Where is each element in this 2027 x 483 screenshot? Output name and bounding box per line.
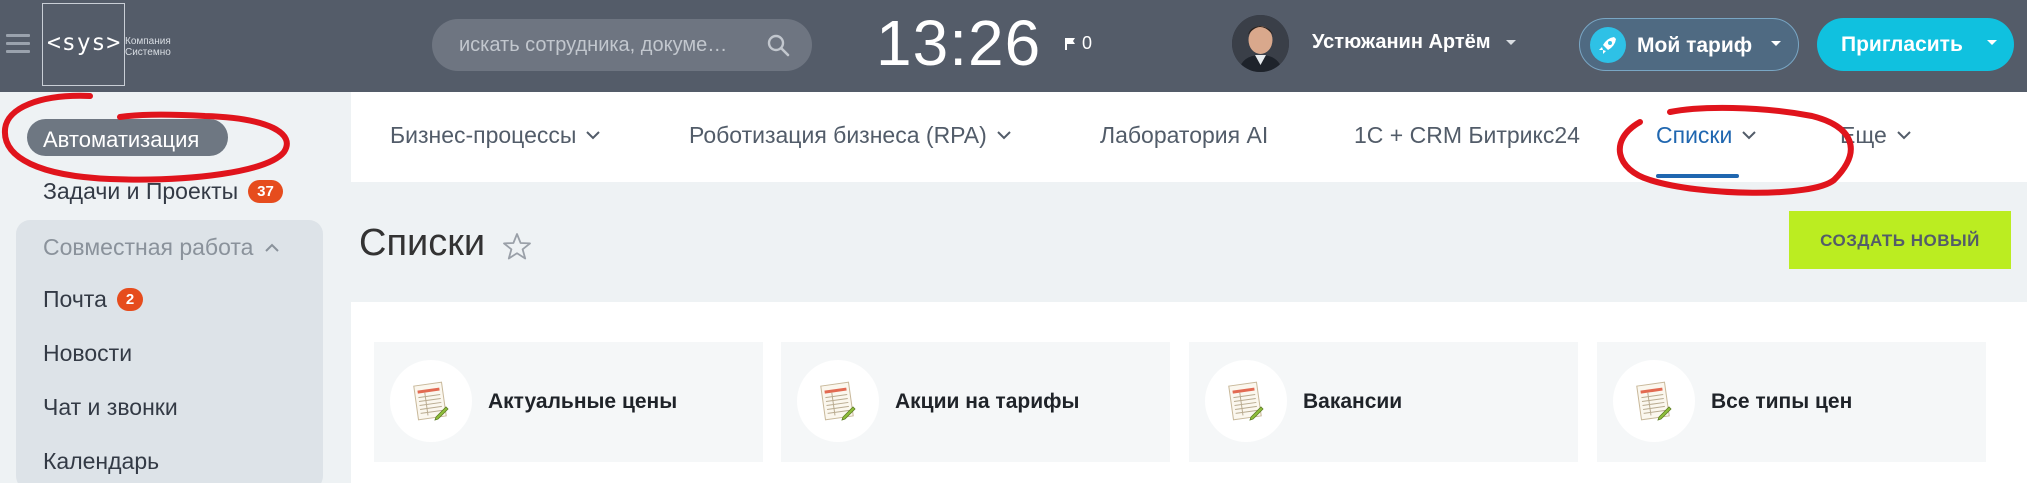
tab-label: Роботизация бизнеса (RPA) bbox=[689, 122, 987, 148]
my-tariff-button[interactable]: Мой тариф bbox=[1579, 18, 1799, 71]
tab-more[interactable]: Еще bbox=[1840, 122, 1911, 149]
sidebar-item-label: Автоматизация bbox=[43, 127, 200, 152]
flag-counter[interactable]: 0 bbox=[1064, 33, 1092, 54]
list-card-title: Вакансии bbox=[1303, 390, 1403, 413]
top-navigation: Бизнес-процессы Роботизация бизнеса (RPA… bbox=[351, 92, 2027, 182]
tab-label: Списки bbox=[1656, 122, 1733, 148]
chevron-down-icon bbox=[1505, 39, 1516, 45]
sidebar-item-label: Календарь bbox=[43, 448, 160, 474]
list-card[interactable]: Актуальные цены bbox=[374, 342, 763, 462]
list-card-title: Актуальные цены bbox=[488, 390, 678, 413]
company-logo[interactable]: <sys> bbox=[42, 3, 125, 86]
star-icon[interactable] bbox=[501, 231, 533, 263]
flag-count: 0 bbox=[1082, 33, 1093, 53]
sidebar-item-news[interactable]: Новости bbox=[43, 340, 132, 367]
page-title: Списки bbox=[359, 222, 486, 264]
rocket-icon bbox=[1590, 27, 1626, 63]
invite-label: Пригласить bbox=[1841, 33, 1963, 56]
chevron-up-icon bbox=[265, 243, 280, 252]
sidebar-item-label: Почта bbox=[43, 286, 107, 312]
list-card-title: Акции на тарифы bbox=[895, 390, 1080, 413]
list-card-title: Все типы цен bbox=[1711, 390, 1853, 413]
user-menu[interactable]: Устюжанин Артём bbox=[1312, 31, 1517, 54]
counter-badge: 2 bbox=[116, 288, 144, 311]
list-icon bbox=[797, 360, 879, 442]
flag-icon bbox=[1065, 37, 1075, 50]
list-card[interactable]: Все типы цен bbox=[1597, 342, 1986, 462]
search-input[interactable]: искать сотрудника, докуме… bbox=[432, 19, 812, 71]
sidebar-item-label: Задачи и Проекты bbox=[43, 178, 239, 204]
chevron-down-icon bbox=[1771, 41, 1781, 46]
create-new-button[interactable]: СОЗДАТЬ НОВЫЙ bbox=[1789, 211, 2011, 269]
active-tab-indicator bbox=[1656, 174, 1739, 178]
create-new-label: СОЗДАТЬ НОВЫЙ bbox=[1820, 231, 1980, 250]
sidebar-item-calendar[interactable]: Календарь bbox=[43, 448, 159, 475]
chevron-down-icon bbox=[997, 131, 1011, 140]
user-name: Устюжанин Артём bbox=[1312, 31, 1491, 53]
tab-rpa[interactable]: Роботизация бизнеса (RPA) bbox=[689, 122, 1011, 149]
list-card[interactable]: Вакансии bbox=[1189, 342, 1578, 462]
search-placeholder: искать сотрудника, докуме… bbox=[459, 34, 728, 56]
chevron-down-icon bbox=[1897, 131, 1911, 140]
invite-button[interactable]: Пригласить bbox=[1817, 18, 2014, 71]
list-icon bbox=[390, 360, 472, 442]
tab-label: Бизнес-процессы bbox=[390, 122, 577, 148]
logo-sub-line1: Компания bbox=[125, 36, 171, 47]
list-icon bbox=[1613, 360, 1695, 442]
sidebar-group-toggle[interactable]: Совместная работа bbox=[43, 234, 280, 261]
chevron-down-icon bbox=[1742, 131, 1757, 140]
tab-business-processes[interactable]: Бизнес-процессы bbox=[390, 122, 601, 149]
logo-sub-line2: Системно bbox=[125, 47, 171, 58]
chevron-down-icon bbox=[1987, 40, 1997, 45]
tab-label: Лаборатория AI bbox=[1100, 122, 1269, 148]
clock[interactable]: 13:26 bbox=[876, 6, 1041, 80]
tab-label: Еще bbox=[1840, 122, 1887, 148]
list-card[interactable]: Акции на тарифы bbox=[781, 342, 1170, 462]
avatar[interactable] bbox=[1232, 15, 1289, 72]
tab-lists[interactable]: Списки bbox=[1656, 122, 1757, 149]
tab-ai-lab[interactable]: Лаборатория AI bbox=[1100, 122, 1268, 149]
search-icon[interactable] bbox=[766, 33, 790, 57]
logo-subtitle: Компания Системно bbox=[125, 36, 171, 58]
chevron-down-icon bbox=[586, 131, 601, 140]
sidebar-item-automation[interactable]: Автоматизация bbox=[27, 119, 228, 156]
my-tariff-label: Мой тариф bbox=[1637, 34, 1753, 57]
menu-icon[interactable] bbox=[6, 34, 30, 56]
sidebar-item-tasks[interactable]: Задачи и Проекты 37 bbox=[43, 178, 283, 205]
tab-1c-crm[interactable]: 1С + CRM Битрикс24 bbox=[1354, 122, 1580, 149]
user-photo bbox=[1232, 15, 1289, 72]
list-icon bbox=[1205, 360, 1287, 442]
sidebar-item-label: Чат и звонки bbox=[43, 394, 178, 420]
sidebar-item-chat[interactable]: Чат и звонки bbox=[43, 394, 178, 421]
top-header: <sys> Компания Системно искать сотрудник… bbox=[0, 0, 2027, 92]
counter-badge: 37 bbox=[248, 180, 283, 203]
sidebar-group-title: Совместная работа bbox=[43, 234, 254, 260]
sidebar-item-label: Новости bbox=[43, 340, 133, 366]
sidebar-item-mail[interactable]: Почта 2 bbox=[43, 286, 144, 313]
tab-label: 1С + CRM Битрикс24 bbox=[1354, 122, 1580, 148]
logo-text: <sys> bbox=[47, 30, 122, 56]
